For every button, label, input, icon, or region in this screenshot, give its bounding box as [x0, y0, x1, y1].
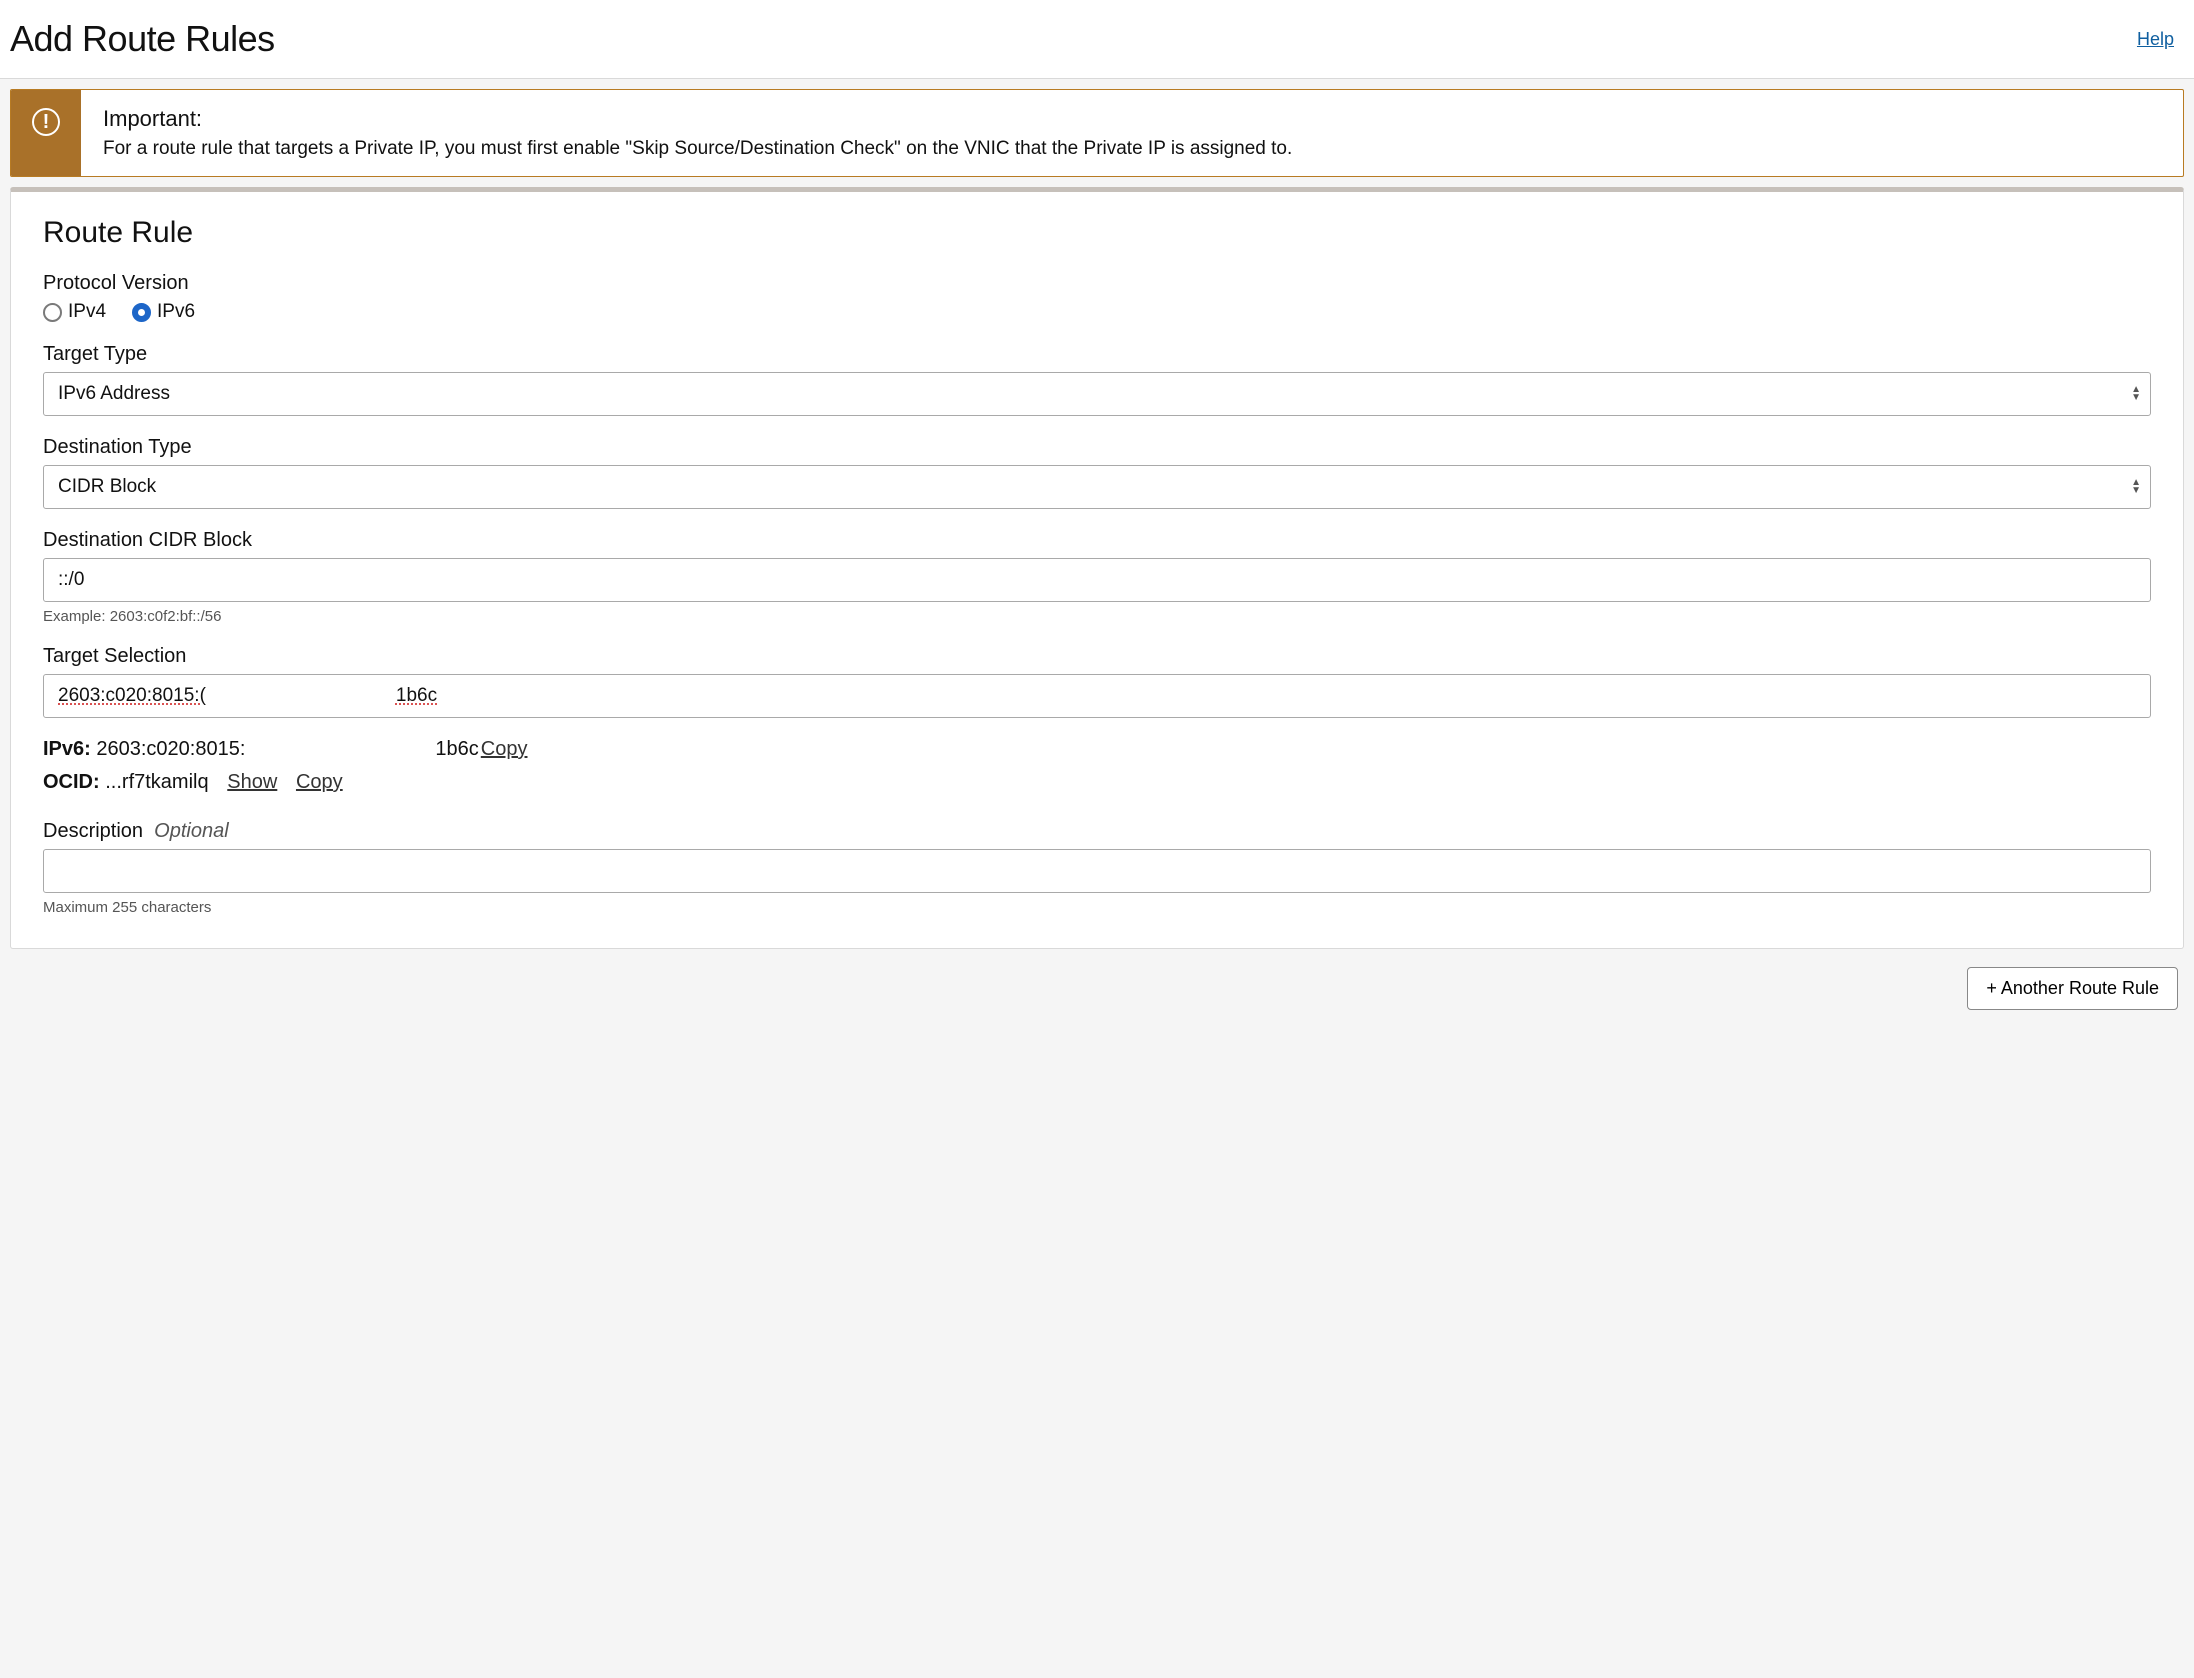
radio-icon	[43, 303, 62, 322]
ipv6-row: IPv6: 2603:c020:8015: 1b6cCopy	[43, 738, 2151, 761]
destination-type-label: Destination Type	[43, 436, 2151, 459]
destination-cidr-input[interactable]	[43, 558, 2151, 602]
warning-icon: !	[32, 108, 60, 136]
target-selection-input[interactable]: 2603:c020:8015:( 1b6c	[43, 674, 2151, 718]
destination-type-value: CIDR Block	[58, 476, 156, 497]
target-type-label: Target Type	[43, 343, 2151, 366]
ipv6-value-part2: 1b6c	[435, 738, 478, 760]
radio-ipv6-label: IPv6	[157, 301, 195, 323]
ipv6-copy-link[interactable]: Copy	[481, 738, 528, 760]
ocid-show-link[interactable]: Show	[227, 771, 277, 793]
destination-cidr-label: Destination CIDR Block	[43, 529, 2151, 552]
description-optional: Optional	[154, 820, 229, 842]
description-input[interactable]	[43, 849, 2151, 893]
target-selection-part1: 2603:c020:8015:(	[58, 685, 206, 706]
alert-text: For a route rule that targets a Private …	[103, 138, 1292, 160]
important-alert: ! Important: For a route rule that targe…	[10, 89, 2184, 177]
radio-icon	[132, 303, 151, 322]
page-title: Add Route Rules	[10, 18, 275, 60]
card-title: Route Rule	[43, 216, 2151, 250]
destination-cidr-example: Example: 2603:c0f2:bf::/56	[43, 608, 2151, 625]
target-type-select[interactable]: IPv6 Address	[43, 372, 2151, 416]
ocid-row: OCID: ...rf7tkamilq Show Copy	[43, 771, 2151, 794]
protocol-version-label: Protocol Version	[43, 272, 2151, 295]
add-another-route-rule-button[interactable]: + Another Route Rule	[1967, 967, 2178, 1010]
ipv6-value-part1: 2603:c020:8015:	[96, 738, 245, 760]
target-type-value: IPv6 Address	[58, 383, 170, 404]
radio-ipv6[interactable]: IPv6	[132, 301, 195, 323]
ipv6-label: IPv6:	[43, 738, 91, 760]
description-helper: Maximum 255 characters	[43, 899, 2151, 916]
help-link[interactable]: Help	[2137, 29, 2174, 50]
radio-ipv4[interactable]: IPv4	[43, 301, 106, 323]
description-label: Description Optional	[43, 820, 2151, 843]
page-header: Add Route Rules Help	[0, 0, 2194, 79]
ocid-copy-link[interactable]: Copy	[296, 771, 343, 793]
ocid-value: ...rf7tkamilq	[105, 771, 208, 793]
target-selection-part2: 1b6c	[396, 685, 437, 706]
alert-badge: !	[11, 90, 81, 176]
ocid-label: OCID:	[43, 771, 100, 793]
route-rule-card: Route Rule Protocol Version IPv4 IPv6 Ta…	[10, 187, 2184, 949]
alert-title: Important:	[103, 106, 1292, 132]
radio-ipv4-label: IPv4	[68, 301, 106, 323]
target-selection-label: Target Selection	[43, 645, 2151, 668]
destination-type-select[interactable]: CIDR Block	[43, 465, 2151, 509]
